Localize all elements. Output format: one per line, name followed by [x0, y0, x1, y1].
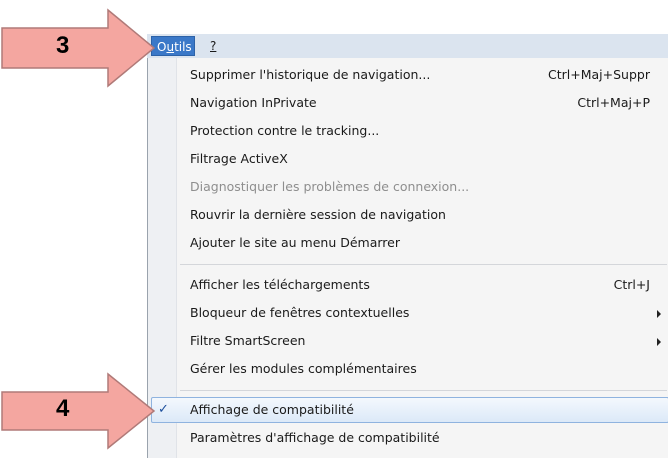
- menubar-item-help-label: ?: [210, 39, 217, 53]
- menu-item-label: Paramètres d'affichage de compatibilité: [190, 430, 440, 445]
- menu-item-label: Affichage de compatibilité: [190, 402, 354, 417]
- menubar-item-help[interactable]: ?: [205, 36, 223, 56]
- menu-item-add-to-start[interactable]: Ajouter le site au menu Démarrer: [148, 230, 668, 256]
- menu-item-label: Diagnostiquer les problèmes de connexion…: [190, 179, 470, 194]
- callout-number-3: 3: [56, 32, 70, 59]
- menu-item-shortcut: Ctrl+Maj+Suppr: [548, 67, 650, 82]
- menu-item-smartscreen[interactable]: Filtre SmartScreen: [148, 328, 668, 354]
- menu-separator: [180, 264, 667, 265]
- menu-item-label: Afficher les téléchargements: [190, 277, 370, 292]
- submenu-arrow-icon: [657, 338, 661, 346]
- menu-item-compatibility-view[interactable]: ✓ Affichage de compatibilité: [148, 397, 668, 423]
- menu-item-label: Ajouter le site au menu Démarrer: [190, 235, 400, 250]
- menu-item-label: Protection contre le tracking...: [190, 123, 380, 138]
- outils-dropdown-menu: Supprimer l'historique de navigation... …: [147, 58, 668, 458]
- menu-item-activex-filtering[interactable]: Filtrage ActiveX: [148, 146, 668, 172]
- menu-item-label: Rouvrir la dernière session de navigatio…: [190, 207, 446, 222]
- menu-bar: Outils ?: [147, 34, 668, 59]
- menu-item-compatibility-settings[interactable]: Paramètres d'affichage de compatibilité: [148, 425, 668, 451]
- menu-item-downloads[interactable]: Afficher les téléchargements Ctrl+J: [148, 272, 668, 298]
- menu-item-popup-blocker[interactable]: Bloqueur de fenêtres contextuelles: [148, 300, 668, 326]
- menu-item-shortcut: Ctrl+J: [613, 277, 650, 292]
- menu-item-reopen-session[interactable]: Rouvrir la dernière session de navigatio…: [148, 202, 668, 228]
- submenu-arrow-icon: [657, 310, 661, 318]
- menu-item-delete-history[interactable]: Supprimer l'historique de navigation... …: [148, 62, 668, 88]
- menu-item-inprivate[interactable]: Navigation InPrivate Ctrl+Maj+P: [148, 90, 668, 116]
- menu-item-label: Gérer les modules complémentaires: [190, 361, 417, 376]
- menu-separator: [180, 390, 667, 391]
- menu-item-label: Filtre SmartScreen: [190, 333, 306, 348]
- callout-arrow-3-icon: [1, 8, 156, 88]
- callout-arrow-4-icon: [1, 372, 156, 450]
- menu-item-label: Filtrage ActiveX: [190, 151, 288, 166]
- menu-item-label: Bloqueur de fenêtres contextuelles: [190, 305, 410, 320]
- menu-item-label: Navigation InPrivate: [190, 95, 317, 110]
- menu-item-tracking-protection[interactable]: Protection contre le tracking...: [148, 118, 668, 144]
- callout-number-4: 4: [56, 395, 70, 422]
- menu-item-manage-addons[interactable]: Gérer les modules complémentaires: [148, 356, 668, 382]
- menu-item-label: Supprimer l'historique de navigation...: [190, 67, 431, 82]
- menu-item-shortcut: Ctrl+Maj+P: [577, 95, 650, 110]
- menu-item-connection-diagnostics: Diagnostiquer les problèmes de connexion…: [148, 174, 668, 200]
- menubar-item-outils-label: Outils: [157, 40, 192, 54]
